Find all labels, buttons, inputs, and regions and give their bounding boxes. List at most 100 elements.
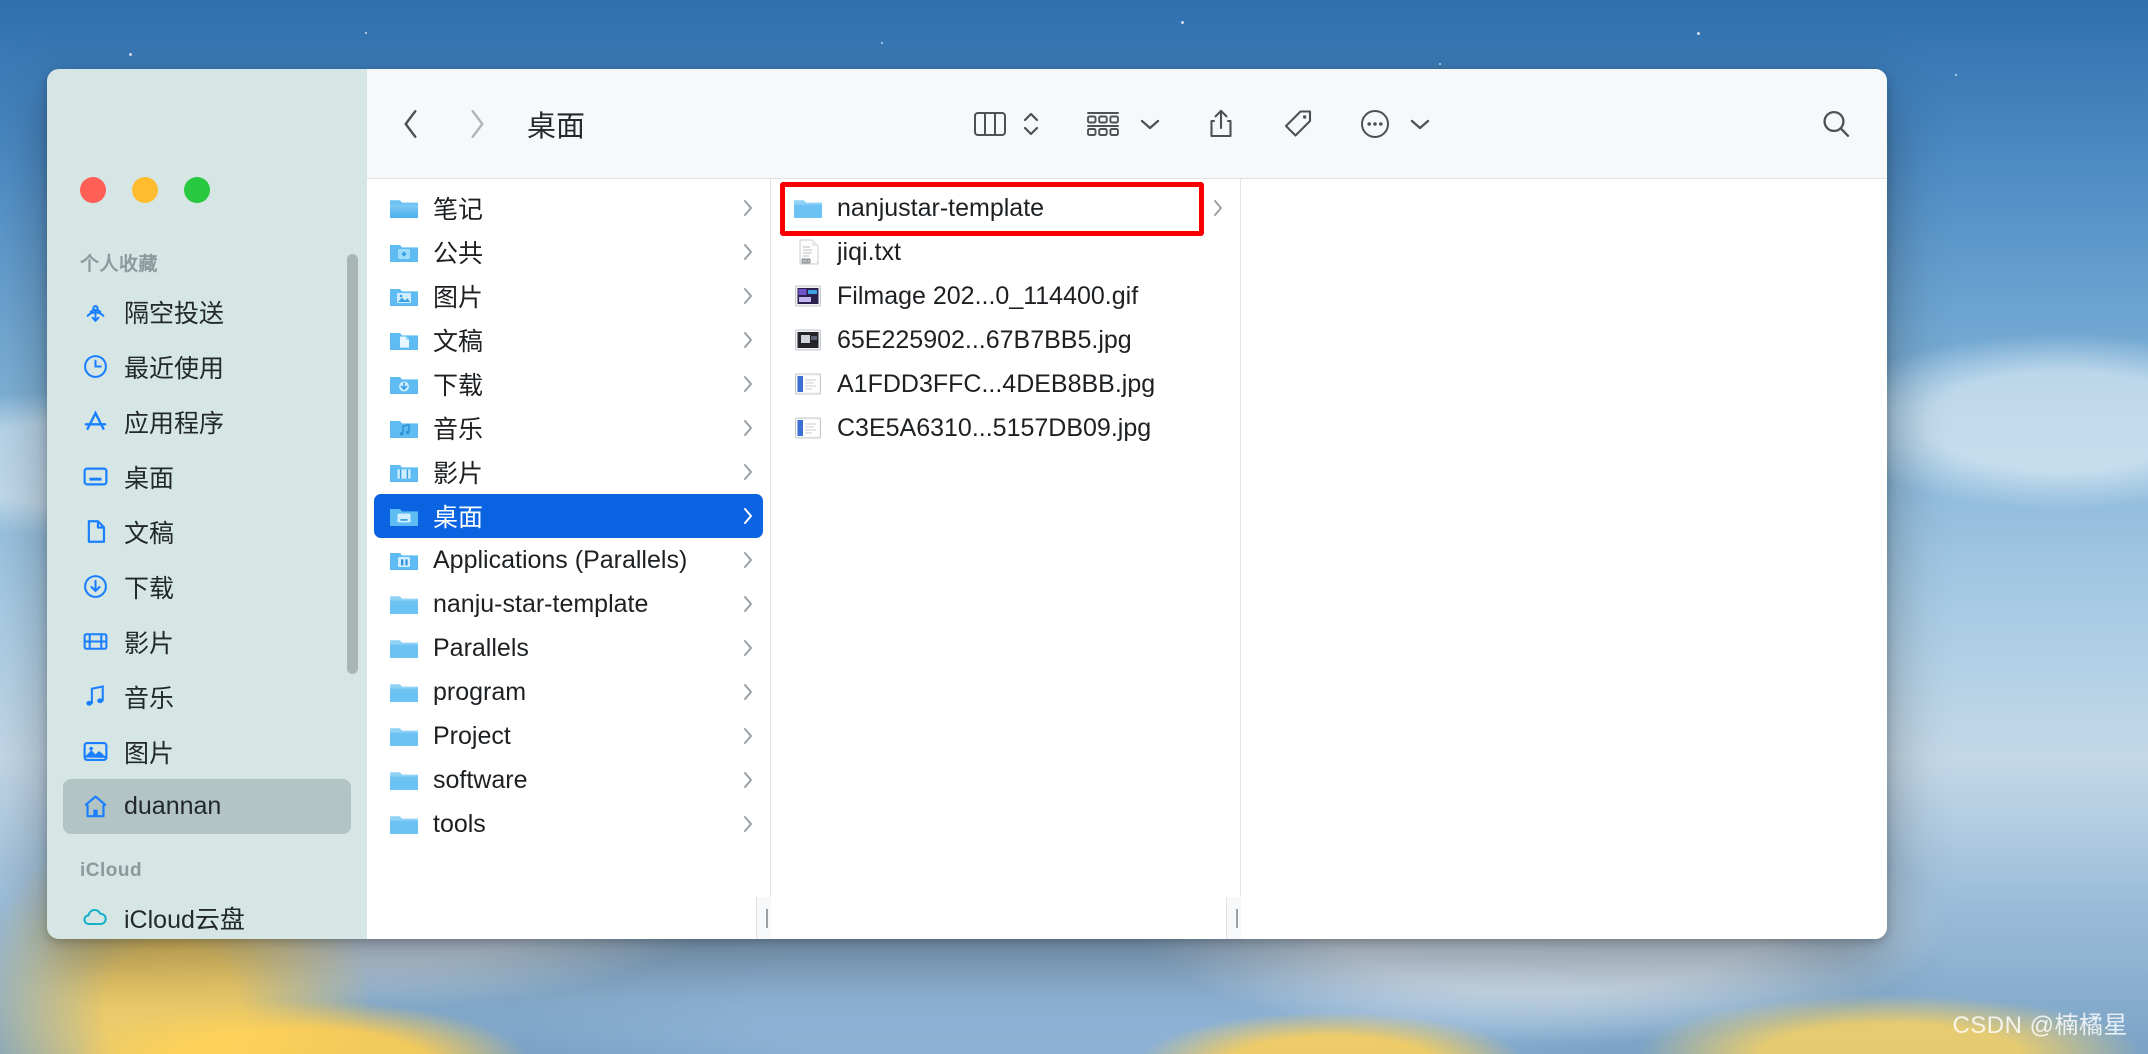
- sidebar-item-documents[interactable]: 文稿: [63, 504, 351, 559]
- group-by-control[interactable]: [1085, 109, 1161, 139]
- list-item[interactable]: TXT jiqi.txt: [778, 230, 1233, 274]
- sidebar-item-duannan[interactable]: duannan: [63, 779, 351, 834]
- file-image-light-icon: [792, 412, 824, 444]
- list-item[interactable]: nanjustar-template: [778, 186, 1233, 230]
- tag-button[interactable]: [1281, 108, 1315, 140]
- folder-plain-icon: [388, 764, 420, 796]
- chevron-right-icon: [734, 725, 754, 747]
- share-button[interactable]: [1205, 107, 1237, 141]
- folder-public-icon: [388, 236, 420, 268]
- group-grid-icon[interactable]: [1085, 109, 1121, 139]
- list-item-label: 下载: [433, 366, 734, 402]
- list-item[interactable]: 文稿: [374, 318, 763, 362]
- list-item-label: Parallels: [433, 634, 734, 663]
- sidebar-scroll-area[interactable]: 个人收藏 隔空投送 最近使用: [47, 239, 367, 939]
- folder-plain-icon: [388, 588, 420, 620]
- sidebar-item-downloads[interactable]: 下载: [63, 559, 351, 614]
- file-image-dark-icon: [792, 280, 824, 312]
- chevron-right-icon: [734, 681, 754, 703]
- sidebar-item-music[interactable]: 音乐: [63, 669, 351, 724]
- file-txt-icon: TXT: [792, 236, 824, 268]
- list-item[interactable]: C3E5A6310...5157DB09.jpg: [778, 406, 1233, 450]
- sidebar-item-label: 隔空投送: [124, 294, 224, 330]
- ellipsis-circle-icon[interactable]: [1359, 108, 1391, 140]
- chevron-right-icon: [734, 461, 754, 483]
- list-item[interactable]: Parallels: [374, 626, 763, 670]
- appstore-icon: [80, 407, 110, 437]
- list-item[interactable]: 65E225902...67B7BB5.jpg: [778, 318, 1233, 362]
- forward-button[interactable]: [455, 102, 499, 146]
- sidebar-item-label: 最近使用: [124, 349, 224, 385]
- close-button[interactable]: [80, 177, 106, 203]
- folder-plain-icon: [388, 632, 420, 664]
- list-item[interactable]: software: [374, 758, 763, 802]
- file-image-light-icon: [792, 368, 824, 400]
- column-view-icon[interactable]: [973, 109, 1007, 139]
- folder-plain-icon: [792, 192, 824, 224]
- more-actions-control[interactable]: [1359, 108, 1431, 140]
- list-item-label: 公共: [433, 234, 734, 270]
- column-desktop-list[interactable]: nanjustar-template TXT jiqi.txt: [771, 179, 1240, 939]
- sidebar-scrollbar[interactable]: [347, 254, 358, 674]
- group-chevron-down-icon[interactable]: [1139, 113, 1161, 135]
- list-item-label: C3E5A6310...5157DB09.jpg: [837, 414, 1204, 443]
- sidebar-item-label: 图片: [124, 734, 174, 770]
- home-icon: [80, 792, 110, 822]
- chevron-right-icon: [734, 241, 754, 263]
- sidebar-item-desktop[interactable]: 桌面: [63, 449, 351, 504]
- svg-text:TXT: TXT: [802, 259, 810, 264]
- folder-downloads-icon: [388, 368, 420, 400]
- list-item[interactable]: 影片: [374, 450, 763, 494]
- sidebar-group-title-favorites: 个人收藏: [47, 239, 367, 284]
- more-chevron-down-icon[interactable]: [1409, 113, 1431, 135]
- column-preview-list: [1241, 179, 1887, 939]
- folder-music-icon: [388, 412, 420, 444]
- column-preview[interactable]: [1241, 179, 1887, 939]
- sidebar-item-pictures[interactable]: 图片: [63, 724, 351, 779]
- list-item-label: nanjustar-template: [837, 194, 1204, 223]
- sidebar-item-label: iCloud云盘: [124, 900, 245, 936]
- folder-pictures-icon: [388, 280, 420, 312]
- list-item[interactable]: 笔记: [374, 186, 763, 230]
- column-desktop: nanjustar-template TXT jiqi.txt: [771, 179, 1241, 939]
- window-controls: [47, 177, 367, 203]
- list-item[interactable]: 桌面: [374, 494, 763, 538]
- sidebar-item-icloud-drive[interactable]: iCloud云盘: [63, 890, 351, 939]
- column-browser: 笔记 公共 图片: [367, 179, 1887, 939]
- list-item[interactable]: program: [374, 670, 763, 714]
- list-item[interactable]: nanju-star-template: [374, 582, 763, 626]
- folder-movies-icon: [388, 456, 420, 488]
- list-item[interactable]: tools: [374, 802, 763, 846]
- folder-parallels-icon: [388, 544, 420, 576]
- list-item[interactable]: A1FDD3FFC...4DEB8BB.jpg: [778, 362, 1233, 406]
- list-item-label: tools: [433, 810, 734, 839]
- column-home: 笔记 公共 图片: [367, 179, 771, 939]
- minimize-button[interactable]: [132, 177, 158, 203]
- back-button[interactable]: [389, 102, 433, 146]
- view-stepper-icon[interactable]: [1021, 107, 1041, 141]
- list-item-label: 图片: [433, 278, 734, 314]
- list-item-label: software: [433, 766, 734, 795]
- list-item-label: 65E225902...67B7BB5.jpg: [837, 326, 1204, 355]
- chevron-right-icon: [734, 593, 754, 615]
- list-item[interactable]: 下载: [374, 362, 763, 406]
- folder-plain-icon: [388, 192, 420, 224]
- chevron-right-icon: [734, 285, 754, 307]
- list-item[interactable]: Applications (Parallels): [374, 538, 763, 582]
- list-item[interactable]: Filmage 202...0_114400.gif: [778, 274, 1233, 318]
- list-item[interactable]: 音乐: [374, 406, 763, 450]
- search-button[interactable]: [1819, 107, 1853, 141]
- sidebar-item-applications[interactable]: 应用程序: [63, 394, 351, 449]
- list-item-label: 桌面: [433, 498, 734, 534]
- maximize-button[interactable]: [184, 177, 210, 203]
- list-item[interactable]: 公共: [374, 230, 763, 274]
- column-home-list[interactable]: 笔记 公共 图片: [367, 179, 770, 939]
- sidebar-item-recents[interactable]: 最近使用: [63, 339, 351, 394]
- list-item[interactable]: 图片: [374, 274, 763, 318]
- folder-desktop-icon: [388, 500, 420, 532]
- list-item[interactable]: Project: [374, 714, 763, 758]
- view-mode-control[interactable]: [973, 107, 1041, 141]
- sidebar-item-movies[interactable]: 影片: [63, 614, 351, 669]
- sidebar-item-airdrop[interactable]: 隔空投送: [63, 284, 351, 339]
- sidebar-group-title-icloud: iCloud: [47, 834, 367, 890]
